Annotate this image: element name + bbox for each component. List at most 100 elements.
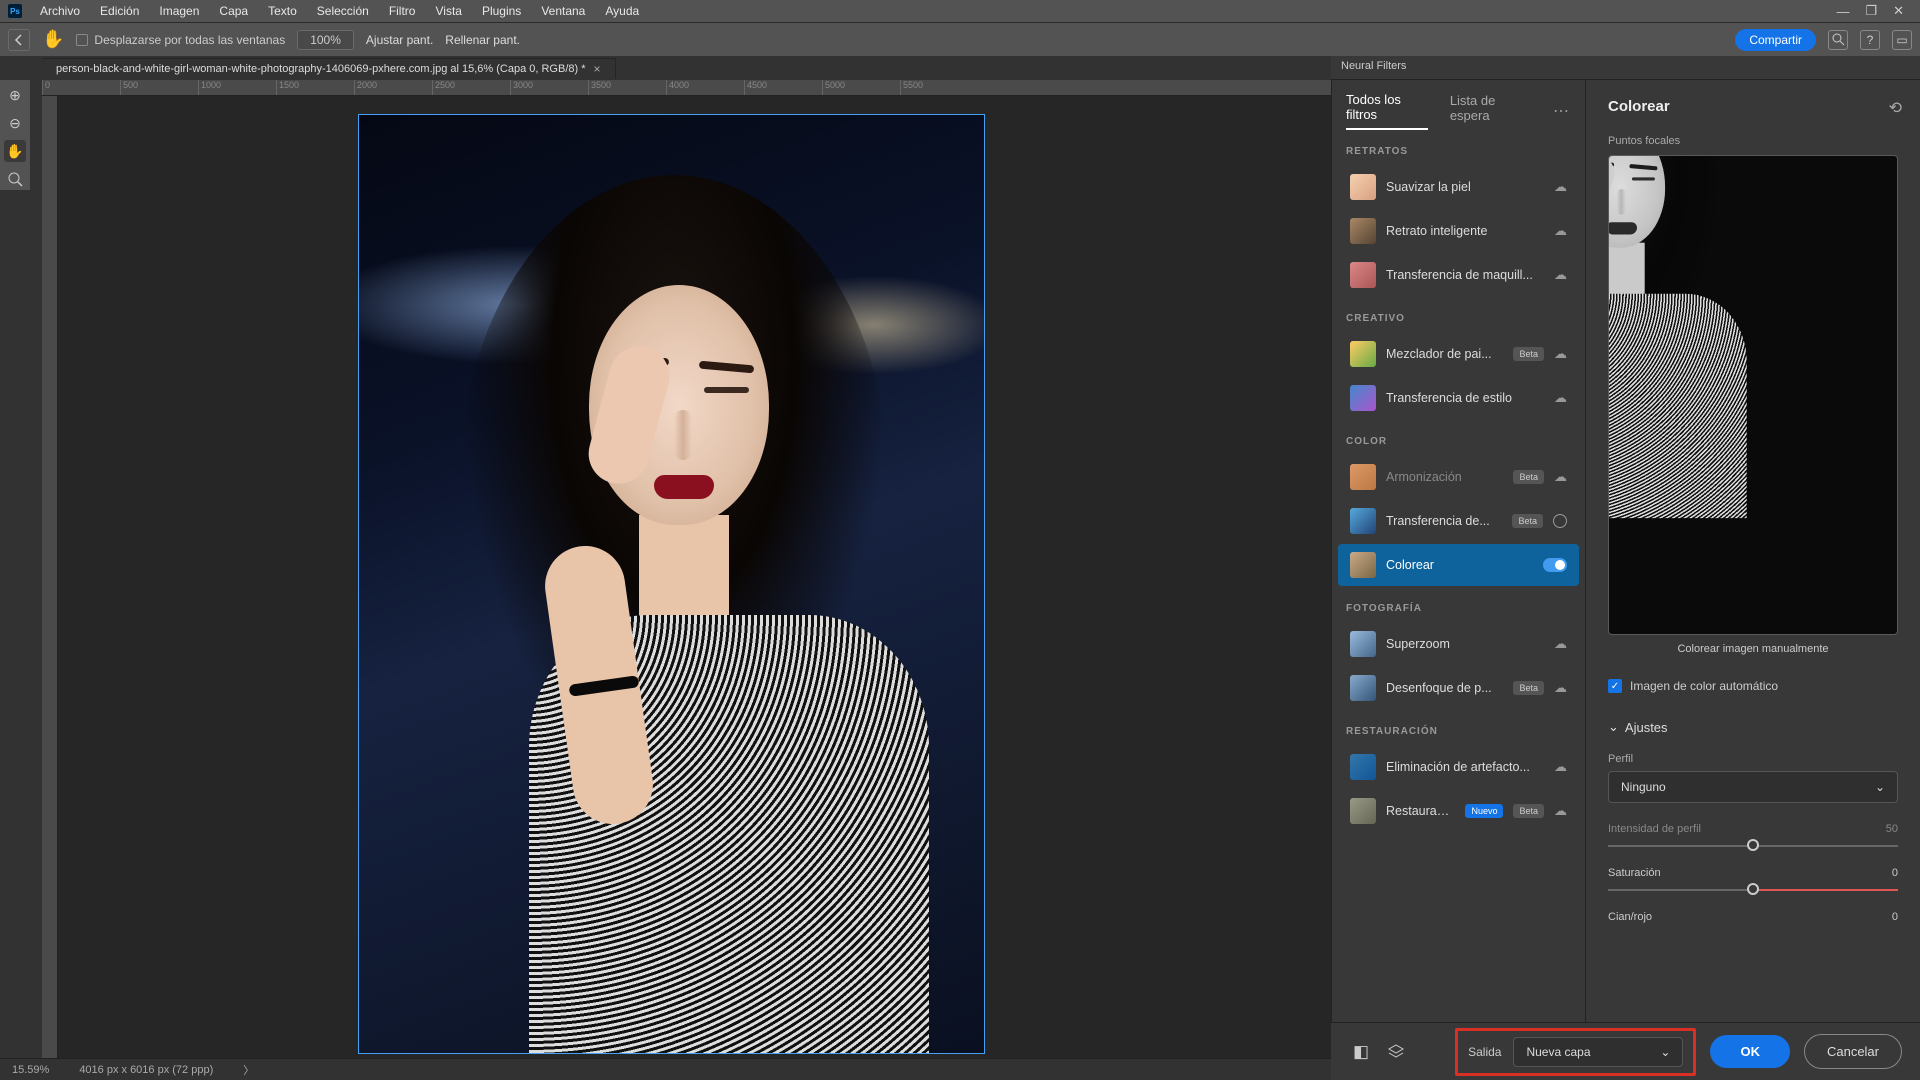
intensity-label: Intensidad de perfil	[1608, 823, 1701, 835]
cancel-button[interactable]: Cancelar	[1804, 1034, 1902, 1069]
menu-seleccion[interactable]: Selección	[307, 4, 379, 18]
share-button[interactable]: Compartir	[1735, 29, 1816, 51]
category-retratos: RETRATOS	[1332, 130, 1585, 165]
options-bar: ✋ Desplazarse por todas las ventanas 100…	[0, 22, 1920, 56]
canvas-image	[358, 114, 985, 1054]
tab-close-icon[interactable]: ×	[594, 62, 601, 76]
neural-filters-panel: Neural Filters Todos los filtros Lista d…	[1331, 56, 1920, 1080]
filter-color-transfer[interactable]: Transferencia de...Beta	[1338, 500, 1579, 542]
intensity-slider[interactable]	[1608, 845, 1898, 847]
chevron-down-icon: ⌄	[1660, 1045, 1670, 1059]
menu-plugins[interactable]: Plugins	[472, 4, 531, 18]
toggle-off-icon[interactable]	[1553, 514, 1567, 528]
document-title: person-black-and-white-girl-woman-white-…	[56, 63, 586, 75]
filter-colorize[interactable]: Colorear	[1338, 544, 1579, 586]
preview-image[interactable]	[1608, 155, 1898, 635]
panel-title: Neural Filters	[1331, 56, 1920, 80]
status-chevron-icon[interactable]: 〉	[243, 1062, 254, 1078]
help-icon[interactable]: ?	[1860, 30, 1880, 50]
menu-vista[interactable]: Vista	[425, 4, 471, 18]
filter-smart-portrait[interactable]: Retrato inteligente☁	[1338, 210, 1579, 252]
filter-list: Todos los filtros Lista de espera ⋯ RETR…	[1331, 80, 1586, 1022]
window-minimize-icon[interactable]: —	[1828, 4, 1857, 19]
cyan-red-label: Cian/rojo	[1608, 911, 1652, 923]
status-bar: 15.59% 4016 px x 6016 px (72 ppp) 〉	[0, 1058, 1331, 1080]
filter-jpeg-artifacts[interactable]: Eliminación de artefacto...☁	[1338, 746, 1579, 788]
window-close-icon[interactable]: ✕	[1885, 3, 1912, 19]
fit-screen-button[interactable]: Ajustar pant.	[366, 33, 433, 47]
more-icon[interactable]: ⋯	[1553, 101, 1571, 121]
filter-photo-restoration[interactable]: Restauraci...NuevoBeta☁	[1338, 790, 1579, 832]
scroll-all-label: Desplazarse por todas las ventanas	[94, 33, 285, 47]
menu-ayuda[interactable]: Ayuda	[595, 4, 649, 18]
manual-colorize-link[interactable]: Colorear imagen manualmente	[1608, 643, 1898, 655]
menu-archivo[interactable]: Archivo	[30, 4, 90, 18]
window-maximize-icon[interactable]: ❐	[1857, 3, 1885, 19]
ruler-vertical	[42, 96, 58, 1058]
image-dimensions: 4016 px x 6016 px (72 ppp)	[79, 1064, 213, 1076]
tab-all-filters[interactable]: Todos los filtros	[1346, 92, 1428, 130]
ruler-horizontal: 0500100015002000250030003500400045005000…	[42, 80, 1331, 96]
nav-back-icon[interactable]	[8, 29, 30, 51]
app-menubar: Ps Archivo Edición Imagen Capa Texto Sel…	[0, 0, 1920, 22]
cloud-icon: ☁	[1554, 223, 1567, 239]
zoom-in-icon[interactable]: ⊕	[4, 84, 26, 106]
menu-ventana[interactable]: Ventana	[531, 4, 595, 18]
focal-points-label: Puntos focales	[1608, 135, 1898, 147]
toggle-on-icon[interactable]	[1543, 558, 1567, 572]
saturation-label: Saturación	[1608, 867, 1661, 879]
category-color: COLOR	[1332, 420, 1585, 455]
menu-capa[interactable]: Capa	[209, 4, 258, 18]
output-select[interactable]: Nueva capa ⌄	[1513, 1037, 1683, 1067]
menu-texto[interactable]: Texto	[258, 4, 307, 18]
menu-edicion[interactable]: Edición	[90, 4, 149, 18]
cloud-icon: ☁	[1554, 469, 1567, 485]
cloud-icon: ☁	[1554, 803, 1567, 819]
zoom-tool-icon[interactable]	[4, 168, 26, 190]
canvas-area[interactable]	[58, 96, 1331, 1058]
filter-depth-blur[interactable]: Desenfoque de p...Beta☁	[1338, 667, 1579, 709]
filter-makeup-transfer[interactable]: Transferencia de maquill...☁	[1338, 254, 1579, 296]
menu-imagen[interactable]: Imagen	[149, 4, 209, 18]
hand-icon[interactable]: ✋	[4, 140, 26, 162]
filter-harmonization[interactable]: ArmonizaciónBeta☁	[1338, 456, 1579, 498]
zoom-level: 15.59%	[12, 1064, 49, 1076]
auto-color-checkbox[interactable]: ✓ Imagen de color automático	[1608, 679, 1898, 693]
compare-icon[interactable]: ◧	[1349, 1042, 1373, 1062]
intensity-value: 50	[1886, 823, 1898, 835]
scroll-all-checkbox[interactable]: Desplazarse por todas las ventanas	[76, 33, 285, 47]
cyan-red-value: 0	[1892, 911, 1898, 923]
app-logo-icon: Ps	[8, 4, 22, 18]
chevron-down-icon: ⌄	[1608, 719, 1619, 735]
filter-landscape-mixer[interactable]: Mezclador de pai...Beta☁	[1338, 333, 1579, 375]
ok-button[interactable]: OK	[1710, 1035, 1790, 1068]
workspace-icon[interactable]: ▭	[1892, 30, 1912, 50]
category-fotografia: FOTOGRAFÍA	[1332, 587, 1585, 622]
saturation-value: 0	[1892, 867, 1898, 879]
document-tab[interactable]: person-black-and-white-girl-woman-white-…	[42, 58, 616, 79]
profile-select[interactable]: Ninguno ⌄	[1608, 771, 1898, 803]
settings-title: Colorear	[1608, 98, 1898, 115]
adjustments-section[interactable]: ⌄ Ajustes	[1608, 719, 1898, 735]
filter-superzoom[interactable]: Superzoom☁	[1338, 623, 1579, 665]
saturation-slider[interactable]	[1608, 889, 1898, 891]
panel-footer: ◧ Salida Nueva capa ⌄ OK Cancelar	[1331, 1022, 1920, 1080]
category-restauracion: RESTAURACIÓN	[1332, 710, 1585, 745]
chevron-down-icon: ⌄	[1875, 780, 1885, 794]
cloud-icon: ☁	[1554, 680, 1567, 696]
tab-waitlist[interactable]: Lista de espera	[1450, 93, 1531, 129]
hand-tool-icon[interactable]: ✋	[42, 29, 64, 50]
fill-screen-button[interactable]: Rellenar pant.	[445, 33, 520, 47]
filter-style-transfer[interactable]: Transferencia de estilo☁	[1338, 377, 1579, 419]
zoom-out-icon[interactable]: ⊖	[4, 112, 26, 134]
layers-icon[interactable]	[1387, 1043, 1411, 1061]
search-icon[interactable]	[1828, 30, 1848, 50]
cloud-icon: ☁	[1554, 346, 1567, 362]
filter-skin-smooth[interactable]: Suavizar la piel☁	[1338, 166, 1579, 208]
menu-filtro[interactable]: Filtro	[379, 4, 426, 18]
output-highlighted-group: Salida Nueva capa ⌄	[1455, 1028, 1696, 1076]
output-label: Salida	[1468, 1045, 1501, 1059]
cloud-icon: ☁	[1554, 759, 1567, 775]
zoom-100-button[interactable]: 100%	[297, 30, 354, 50]
reset-icon[interactable]: ⟲	[1889, 98, 1902, 118]
